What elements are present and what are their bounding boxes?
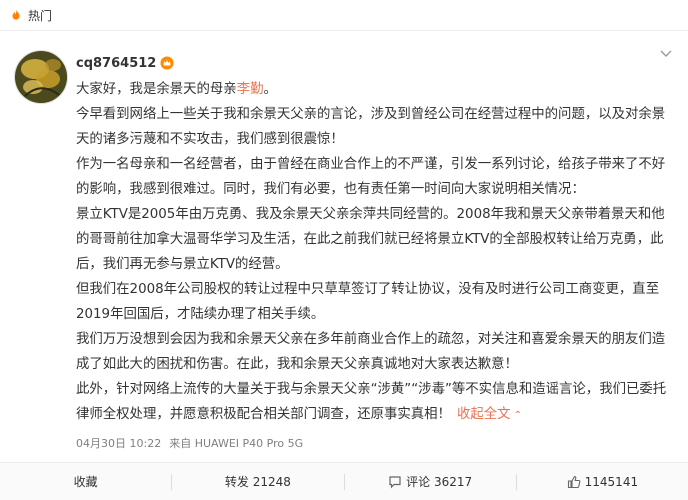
weibo-post: cq8764512 大家好，我是余景天的母亲李勤。 今早看到网络上一些关于我和余…	[0, 31, 688, 452]
flame-icon	[12, 9, 20, 20]
chevron-up-icon: ⌃	[510, 410, 523, 421]
username[interactable]: cq8764512	[76, 56, 156, 71]
mention-link[interactable]: 李勤	[237, 82, 264, 97]
paragraph-1: 大家好，我是余景天的母亲李勤。	[76, 82, 277, 97]
comment-icon	[389, 475, 401, 488]
repost-button[interactable]: 转发 21248	[172, 473, 343, 490]
like-button[interactable]: 1145141	[517, 475, 688, 489]
post-source: 来自 HUAWEI P40 Pro 5G	[169, 437, 304, 450]
post-text: 大家好，我是余景天的母亲李勤。 今早看到网络上一些关于我和余景天父亲的言论，涉及…	[76, 77, 678, 428]
post-timestamp[interactable]: 04月30日 10:22	[76, 435, 161, 451]
paragraph-3: 作为一名母亲和一名经营者，由于曾经在商业合作上的不严谨，引发一系列讨论，给孩子带…	[76, 157, 666, 197]
paragraph-5: 但我们在2008年公司股权的转让过程中只草草签订了转让协议，没有及时进行公司工商…	[76, 282, 660, 322]
paragraph-2: 今早看到网络上一些关于我和余景天父亲的言论，涉及到曾经公司在经营过程中的问题，以…	[76, 107, 666, 147]
paragraph-6: 我们万万没想到会因为我和余景天父亲在多年前商业合作上的疏忽，对关注和喜爱余景天的…	[76, 332, 666, 372]
collapse-text-link[interactable]: 收起全文 ⌃	[457, 407, 522, 422]
crown-badge-icon[interactable]	[160, 56, 174, 70]
thumbs-up-icon	[567, 475, 581, 488]
paragraph-7: 此外，针对网络上流传的大量关于我与余景天父亲“涉黄”“涉毒”等不实信息和造谣言论…	[76, 382, 667, 422]
hot-label: 热门	[28, 8, 53, 23]
hot-header: 热门	[0, 0, 688, 31]
post-meta: 04月30日 10:22 来自 HUAWEI P40 Pro 5G	[76, 434, 670, 452]
paragraph-4: 景立KTV是2005年由万克勇、我及余景天父亲余萍共同经营的。2008年我和景天…	[76, 207, 665, 272]
comment-button[interactable]: 评论 36217	[345, 473, 516, 490]
action-bar: 收藏 转发 21248 评论 36217 1145141	[0, 462, 688, 500]
favorite-button[interactable]: 收藏	[0, 473, 171, 490]
